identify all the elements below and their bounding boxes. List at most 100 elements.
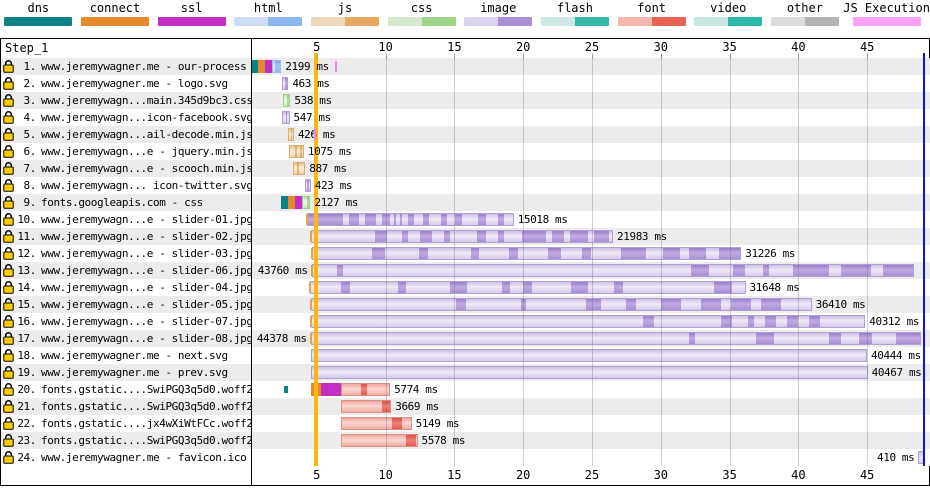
image-download-bar[interactable] xyxy=(282,111,290,124)
request-url[interactable]: fonts.googleapis.com - css xyxy=(41,196,203,209)
dns-segment[interactable] xyxy=(281,196,288,209)
image-download-bar[interactable] xyxy=(311,332,922,345)
image-download-bar[interactable] xyxy=(305,179,311,192)
request-bar-cell: 21983 ms xyxy=(251,228,930,245)
ssl-segment[interactable] xyxy=(321,383,341,396)
request-row[interactable]: 13.www.jeremywagn...e - slider-06.jpg437… xyxy=(1,262,930,279)
image-download-bar[interactable] xyxy=(311,349,867,362)
request-row[interactable]: 3.www.jeremywagn...main.345d9bc3.css538 … xyxy=(1,92,930,109)
request-row[interactable]: 11.www.jeremywagn...e - slider-02.jpg219… xyxy=(1,228,930,245)
request-number: 10. xyxy=(16,213,36,226)
request-row[interactable]: 21.fonts.gstatic....SwiPGQ3q5d0.woff2366… xyxy=(1,398,930,415)
dns-segment[interactable] xyxy=(251,60,258,73)
request-url[interactable]: www.jeremywagner.me - next.svg xyxy=(41,349,228,362)
request-url[interactable]: fonts.gstatic....jx4wXiWtFCc.woff2 xyxy=(41,417,251,430)
request-row[interactable]: 7.www.jeremywagn...e - scooch.min.js887 … xyxy=(1,160,930,177)
image-download-bar[interactable] xyxy=(307,213,514,226)
connect-segment[interactable] xyxy=(258,60,265,73)
request-row[interactable]: 14.www.jeremywagn...e - slider-04.jpg316… xyxy=(1,279,930,296)
font-download-bar[interactable] xyxy=(341,400,391,413)
request-url[interactable]: www.jeremywagn...e - slider-04.jpg xyxy=(41,281,251,294)
request-url[interactable]: www.jeremywagn...e - slider-05.jpg xyxy=(41,298,251,311)
request-row[interactable]: 22.fonts.gstatic....jx4wXiWtFCc.woff2514… xyxy=(1,415,930,432)
https-lock-icon xyxy=(3,383,14,396)
legend-label: connect xyxy=(90,0,141,17)
request-url[interactable]: www.jeremywagner.me - prev.svg xyxy=(41,366,228,379)
image-download-bar[interactable] xyxy=(311,366,868,379)
image-download-bar[interactable] xyxy=(311,230,613,243)
ssl-segment[interactable] xyxy=(265,60,272,73)
request-row[interactable]: 10.www.jeremywagn...e - slider-01.jpg150… xyxy=(1,211,930,228)
request-url[interactable]: www.jeremywagn...e - slider-07.jpg xyxy=(41,315,251,328)
request-url[interactable]: fonts.gstatic....SwiPGQ3q5d0.woff2 xyxy=(41,383,251,396)
request-url[interactable]: www.jeremywagn...e - slider-06.jpg xyxy=(41,264,251,277)
axis-tick-label-top: 40 xyxy=(791,40,805,54)
image-download-bar[interactable] xyxy=(312,264,914,277)
request-row[interactable]: 6.www.jeremywagn...e - jquery.min.js1075… xyxy=(1,143,930,160)
lock-icon-wrap xyxy=(3,247,16,260)
request-row[interactable]: 23.fonts.gstatic....SwiPGQ3q5d0.woff2557… xyxy=(1,432,930,449)
legend-chip-dark xyxy=(115,17,149,26)
request-row[interactable]: 12.www.jeremywagn...e - slider-03.jpg312… xyxy=(1,245,930,262)
request-row[interactable]: 8. www.jeremywagn... icon-twitter.svg 423 … xyxy=(1,177,930,194)
request-row[interactable]: 16.www.jeremywagn...e - slider-07.jpg403… xyxy=(1,313,930,330)
request-url[interactable]: www.jeremywagn... icon-twitter.svg xyxy=(41,179,251,192)
request-url[interactable]: www.jeremywagner.me - favicon.ico xyxy=(41,451,246,464)
axis-tick-label-bottom: 20 xyxy=(516,468,530,482)
request-url[interactable]: fonts.gstatic....SwiPGQ3q5d0.woff2 xyxy=(41,400,251,413)
request-url[interactable]: www.jeremywagn...e - scooch.min.js xyxy=(41,162,251,175)
connect-segment[interactable] xyxy=(311,383,321,396)
image-download-bar[interactable] xyxy=(311,298,812,311)
request-url[interactable]: www.jeremywagn...e - jquery.min.js xyxy=(41,145,251,158)
request-label-cell: 1.www.jeremywagner.me - our-process xyxy=(1,58,251,75)
request-url[interactable]: www.jeremywagn...icon-facebook.svg xyxy=(41,111,251,124)
connect-segment[interactable] xyxy=(288,196,295,209)
request-duration-label: 423 ms xyxy=(315,179,352,192)
request-row[interactable]: 20.fonts.gstatic....SwiPGQ3q5d0.woff2577… xyxy=(1,381,930,398)
js-download-bar[interactable] xyxy=(289,145,304,158)
request-row[interactable]: 17.www.jeremywagn...e - slider-08.jpg443… xyxy=(1,330,930,347)
request-url[interactable]: www.jeremywagn...e - slider-08.jpg xyxy=(41,332,251,345)
request-duration-label: 1075 ms xyxy=(308,145,352,158)
request-url[interactable]: www.jeremywagn...main.345d9bc3.css xyxy=(41,94,251,107)
image-download-bar[interactable] xyxy=(311,315,866,328)
request-url[interactable]: www.jeremywagn...e - slider-03.jpg xyxy=(41,247,251,260)
image-download-bar[interactable] xyxy=(918,451,924,464)
css-download-bar[interactable] xyxy=(283,94,290,107)
css-download-bar[interactable] xyxy=(302,196,311,209)
lock-icon-wrap xyxy=(3,281,16,294)
ssl-segment[interactable] xyxy=(295,196,302,209)
request-row[interactable]: 24.www.jeremywagner.me - favicon.ico410 … xyxy=(1,449,930,466)
js-download-bar[interactable] xyxy=(288,128,294,141)
request-row[interactable]: 5.www.jeremywagn...ail-decode.min.js426 … xyxy=(1,126,930,143)
legend-color-chip xyxy=(541,17,609,26)
request-url[interactable]: fonts.gstatic....SwiPGQ3q5d0.woff2 xyxy=(41,434,251,447)
request-row[interactable]: 15.www.jeremywagn...e - slider-05.jpg364… xyxy=(1,296,930,313)
legend-chip-light xyxy=(388,17,422,26)
axis-tick-mark xyxy=(317,54,318,59)
html-download-bar[interactable] xyxy=(272,60,281,73)
dns-lookup-tick[interactable] xyxy=(284,386,288,393)
request-row[interactable]: 9.fonts.googleapis.com - css2127 ms xyxy=(1,194,930,211)
image-download-bar[interactable] xyxy=(282,77,288,90)
request-number: 8. xyxy=(16,179,36,192)
lock-icon-wrap xyxy=(3,162,16,175)
font-download-bar[interactable] xyxy=(341,417,412,430)
request-row[interactable]: 4.www.jeremywagn...icon-facebook.svg547 … xyxy=(1,109,930,126)
request-url[interactable]: www.jeremywagn...e - slider-01.jpg xyxy=(41,213,251,226)
request-url[interactable]: www.jeremywagner.me - logo.svg xyxy=(41,77,228,90)
request-label-cell: 20.fonts.gstatic....SwiPGQ3q5d0.woff2 xyxy=(1,381,251,398)
request-row[interactable]: 18.www.jeremywagner.me - next.svg40444 m… xyxy=(1,347,930,364)
request-row[interactable]: 1.www.jeremywagner.me - our-process2199 … xyxy=(1,58,930,75)
legend-item-flash: flash xyxy=(537,0,614,32)
request-url[interactable]: www.jeremywagner.me - our-process xyxy=(41,60,246,73)
font-download-bar[interactable] xyxy=(341,434,418,447)
image-download-bar[interactable] xyxy=(310,281,746,294)
request-row[interactable]: 19.www.jeremywagner.me - prev.svg40467 m… xyxy=(1,364,930,381)
request-url[interactable]: www.jeremywagn...ail-decode.min.js xyxy=(41,128,251,141)
js-download-bar[interactable] xyxy=(293,162,305,175)
request-row[interactable]: 2.www.jeremywagner.me - logo.svg463 ms xyxy=(1,75,930,92)
image-download-bar[interactable] xyxy=(312,247,742,260)
request-url[interactable]: www.jeremywagn...e - slider-02.jpg xyxy=(41,230,251,243)
font-download-bar[interactable] xyxy=(341,383,390,396)
